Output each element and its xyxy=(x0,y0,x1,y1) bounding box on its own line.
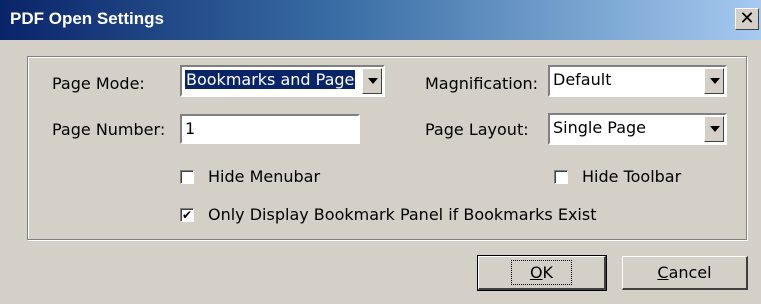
page-number-value: 1 xyxy=(185,119,196,138)
page-mode-value: Bookmarks and Page xyxy=(183,69,357,90)
ok-button-label: OK xyxy=(510,260,573,285)
magnification-select[interactable]: Default xyxy=(548,65,727,97)
only-bookmarks-checkbox[interactable]: ✔ xyxy=(180,208,194,222)
hide-menubar-label[interactable]: Hide Menubar xyxy=(208,167,320,186)
page-mode-select[interactable]: Bookmarks and Page xyxy=(180,65,385,97)
page-layout-value: Single Page xyxy=(553,118,647,137)
page-layout-dropdown-icon[interactable] xyxy=(704,116,724,142)
title-bar[interactable]: PDF Open Settings ✕ xyxy=(0,0,761,40)
close-button[interactable]: ✕ xyxy=(735,8,759,30)
page-layout-select[interactable]: Single Page xyxy=(548,113,727,145)
magnification-dropdown-icon[interactable] xyxy=(704,68,724,94)
only-bookmarks-label[interactable]: Only Display Bookmark Panel if Bookmarks… xyxy=(208,205,596,224)
ok-button[interactable]: OK xyxy=(477,255,607,291)
window-title: PDF Open Settings xyxy=(10,9,164,28)
cancel-button-label: Cancel xyxy=(657,263,712,282)
close-icon: ✕ xyxy=(739,8,755,29)
cancel-button[interactable]: Cancel xyxy=(622,256,748,290)
page-layout-label: Page Layout: xyxy=(425,120,529,139)
page-number-field[interactable]: 1 xyxy=(180,114,360,144)
hide-toolbar-checkbox[interactable] xyxy=(554,170,568,184)
magnification-value: Default xyxy=(553,70,612,89)
checkmark-icon: ✔ xyxy=(181,208,193,222)
page-mode-dropdown-icon[interactable] xyxy=(362,68,382,94)
page-number-label: Page Number: xyxy=(52,120,166,139)
hide-menubar-checkbox[interactable] xyxy=(180,170,194,184)
hide-toolbar-label[interactable]: Hide Toolbar xyxy=(582,167,681,186)
page-mode-label: Page Mode: xyxy=(52,74,145,93)
magnification-label: Magnification: xyxy=(425,74,539,93)
